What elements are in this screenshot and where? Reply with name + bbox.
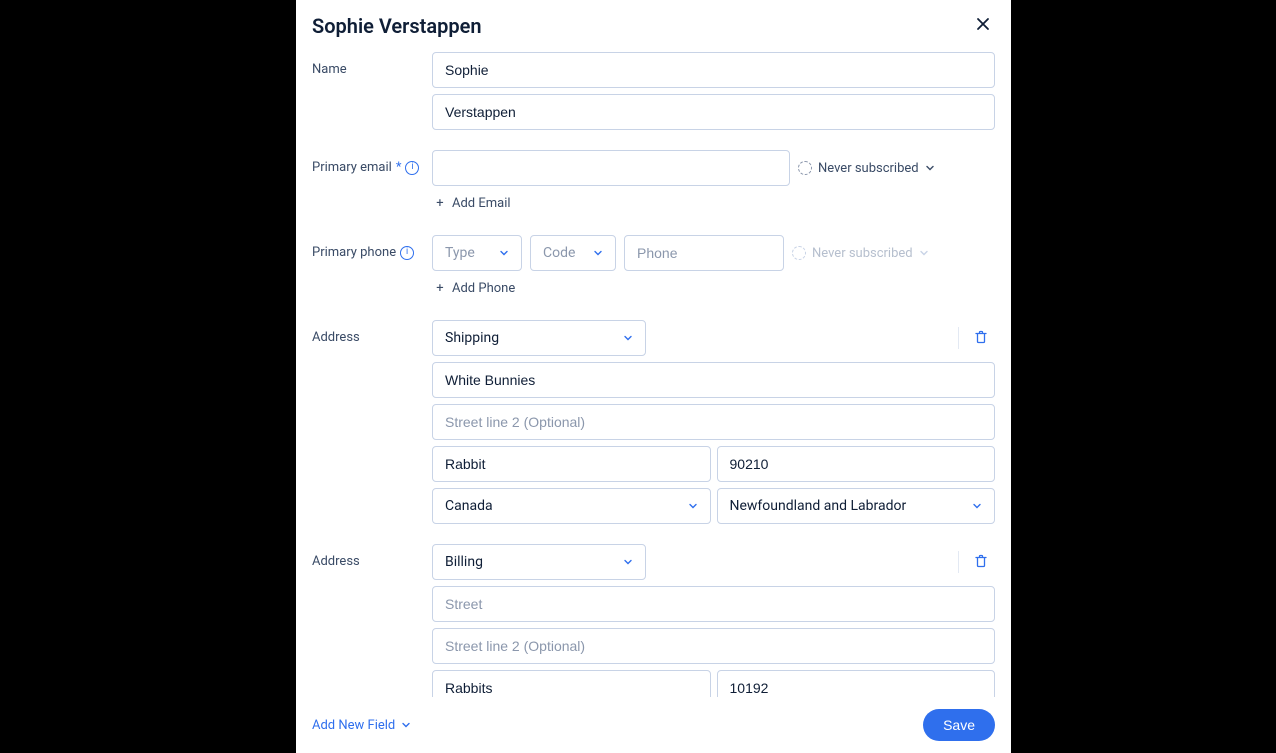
chevron-down-icon: [972, 501, 982, 511]
phone-number-input[interactable]: [624, 235, 784, 271]
primary-email-label: Primary email * i: [312, 150, 432, 175]
email-subscription-dropdown[interactable]: Never subscribed: [798, 161, 935, 176]
city-input[interactable]: [432, 670, 711, 697]
chevron-down-icon: [919, 248, 929, 258]
form-scroll-area[interactable]: Name Primary email * i Never subscribed: [296, 44, 1011, 697]
add-new-field-button[interactable]: Add New Field: [312, 718, 411, 733]
street2-input[interactable]: [432, 404, 995, 440]
primary-phone-row: Primary phone i Type Code: [312, 235, 995, 300]
chevron-down-icon: [623, 557, 633, 567]
street1-input[interactable]: [432, 586, 995, 622]
delete-address-button[interactable]: [967, 323, 995, 354]
address-type-select[interactable]: Shipping: [432, 320, 646, 356]
trash-icon: [973, 553, 989, 572]
phone-type-select[interactable]: Type: [432, 235, 522, 271]
delete-address-button[interactable]: [967, 547, 995, 578]
address-row: Address Billing: [312, 544, 995, 697]
chevron-down-icon: [925, 163, 935, 173]
close-button[interactable]: [971, 12, 995, 40]
chevron-down-icon: [688, 501, 698, 511]
primary-email-input[interactable]: [432, 150, 790, 186]
chevron-down-icon: [593, 248, 603, 258]
add-phone-button[interactable]: + Add Phone: [432, 277, 995, 300]
close-icon: [975, 15, 991, 37]
city-input[interactable]: [432, 446, 711, 482]
name-row: Name: [312, 52, 995, 130]
name-label: Name: [312, 52, 432, 77]
street2-input[interactable]: [432, 628, 995, 664]
modal-footer: Add New Field Save: [296, 697, 1011, 753]
dashed-circle-icon: [792, 246, 806, 260]
info-icon[interactable]: i: [405, 161, 419, 175]
address-label: Address: [312, 544, 432, 569]
address-label: Address: [312, 320, 432, 345]
plus-icon: +: [434, 198, 446, 210]
dashed-circle-icon: [798, 161, 812, 175]
plus-icon: +: [434, 283, 446, 295]
first-name-input[interactable]: [432, 52, 995, 88]
modal-header: Sophie Verstappen: [296, 0, 1011, 44]
save-button[interactable]: Save: [923, 709, 995, 741]
edit-contact-modal: Sophie Verstappen Name Primary email * i: [296, 0, 1011, 753]
info-icon[interactable]: i: [400, 246, 414, 260]
street1-input[interactable]: [432, 362, 995, 398]
country-select[interactable]: Canada: [432, 488, 711, 524]
divider: [958, 327, 959, 349]
modal-title: Sophie Verstappen: [312, 14, 482, 38]
postal-input[interactable]: [717, 446, 996, 482]
address-row: Address Shipping: [312, 320, 995, 524]
trash-icon: [973, 329, 989, 348]
required-star: *: [396, 160, 402, 175]
last-name-input[interactable]: [432, 94, 995, 130]
add-email-button[interactable]: + Add Email: [432, 192, 995, 215]
primary-phone-label: Primary phone i: [312, 235, 432, 260]
postal-input[interactable]: [717, 670, 996, 697]
divider: [958, 551, 959, 573]
region-select[interactable]: Newfoundland and Labrador: [717, 488, 996, 524]
phone-subscription-dropdown: Never subscribed: [792, 246, 929, 261]
chevron-down-icon: [623, 333, 633, 343]
address-type-select[interactable]: Billing: [432, 544, 646, 580]
phone-code-select[interactable]: Code: [530, 235, 616, 271]
chevron-down-icon: [401, 720, 411, 730]
primary-email-row: Primary email * i Never subscribed: [312, 150, 995, 215]
chevron-down-icon: [499, 248, 509, 258]
